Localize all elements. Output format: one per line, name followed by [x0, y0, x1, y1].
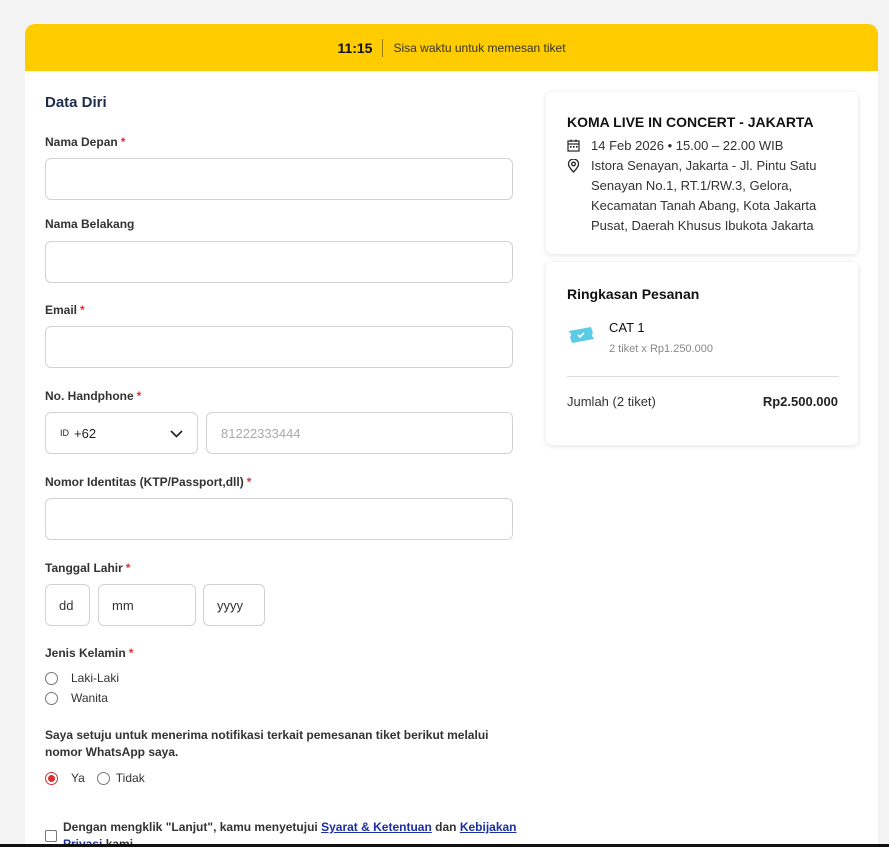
birth-day-input[interactable] — [45, 584, 90, 626]
phone-number-input[interactable] — [206, 412, 513, 454]
countdown-banner: 11:15 Sisa waktu untuk memesan tiket — [25, 24, 878, 71]
radio-button[interactable] — [45, 671, 58, 685]
countdown-text: Sisa waktu untuk memesan tiket — [393, 40, 566, 55]
calendar-icon — [567, 139, 580, 152]
event-location: Istora Senayan, Jakarta - Jl. Pintu Satu… — [567, 156, 847, 236]
section-title: Data Diri — [45, 94, 107, 111]
last-name-input[interactable] — [45, 241, 513, 283]
terms-text: Dengan mengklik "Lanjut", kamu menyetuju… — [63, 819, 523, 847]
phone-label: No. Handphone * — [45, 389, 142, 403]
radio-button[interactable] — [96, 771, 110, 785]
gender-label: Jenis Kelamin * — [45, 646, 134, 660]
birthdate-label: Tanggal Lahir * — [45, 561, 131, 575]
summary-title: Ringkasan Pesanan — [567, 286, 700, 302]
birth-month-input[interactable] — [98, 584, 196, 626]
email-input[interactable] — [45, 326, 513, 368]
chevron-down-icon — [170, 426, 183, 441]
whatsapp-option-no[interactable]: Tidak — [116, 771, 145, 785]
whatsapp-consent-text: Saya setuju untuk menerima notifikasi te… — [45, 728, 489, 759]
whatsapp-option-yes[interactable]: Ya Tidak — [45, 771, 145, 785]
country-code-select[interactable]: ID +62 — [45, 412, 198, 454]
first-name-input[interactable] — [45, 158, 513, 200]
radio-button-selected[interactable] — [45, 771, 58, 785]
country-tag: ID — [60, 428, 69, 438]
gender-option-female[interactable]: Wanita — [45, 691, 108, 705]
radio-button[interactable] — [45, 691, 58, 705]
event-title: KOMA LIVE IN CONCERT - JAKARTA — [567, 114, 814, 130]
first-name-label: Nama Depan * — [45, 135, 126, 149]
ticket-detail: 2 tiket x Rp1.250.000 — [609, 343, 713, 355]
order-summary-card: Ringkasan Pesanan CAT 1 2 tiket x Rp1.25… — [546, 262, 858, 445]
total-label: Jumlah (2 tiket) — [567, 394, 656, 409]
last-name-label: Nama Belakang — [45, 217, 135, 231]
location-pin-icon — [567, 159, 580, 173]
event-info-card: KOMA LIVE IN CONCERT - JAKARTA 14 Feb 20… — [546, 92, 858, 254]
identity-label: Nomor Identitas (KTP/Passport,dll) * — [45, 475, 252, 489]
checkout-card: 11:15 Sisa waktu untuk memesan tiket Dat… — [25, 24, 878, 847]
terms-link[interactable]: Syarat & Ketentuan — [321, 820, 432, 834]
divider — [382, 38, 384, 57]
event-date: 14 Feb 2026 • 15.00 – 22.00 WIB — [567, 136, 847, 156]
identity-input[interactable] — [45, 498, 513, 540]
country-code: +62 — [74, 425, 97, 441]
ticket-icon — [569, 327, 594, 343]
countdown-time: 11:15 — [337, 39, 373, 56]
terms-checkbox[interactable] — [45, 830, 57, 842]
total-value: Rp2.500.000 — [762, 394, 838, 409]
divider — [567, 376, 839, 377]
birth-year-input[interactable] — [203, 584, 265, 626]
gender-option-male[interactable]: Laki-Laki — [45, 671, 119, 685]
email-label: Email * — [45, 303, 85, 317]
ticket-category: CAT 1 — [609, 320, 645, 335]
